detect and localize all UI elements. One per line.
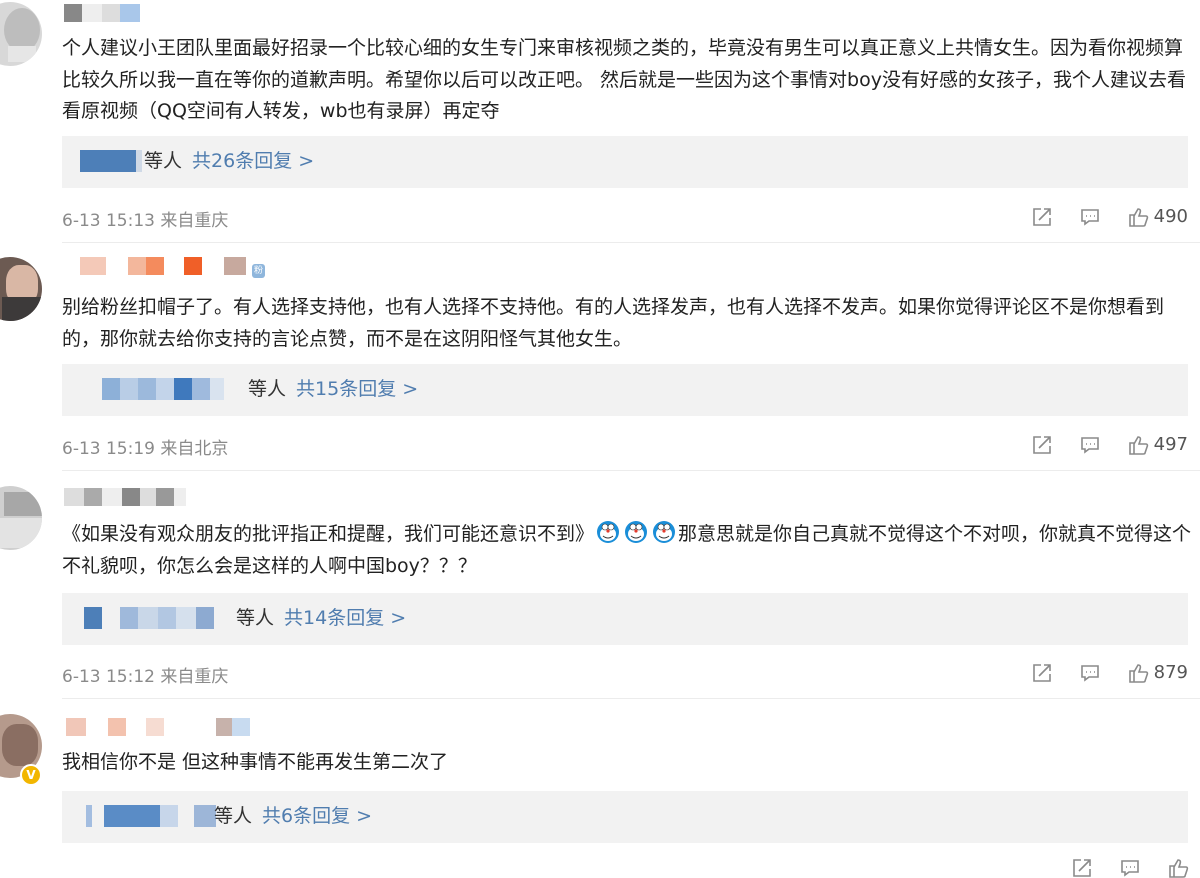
- replier-mosaic: [80, 150, 142, 172]
- username-mosaic[interactable]: [80, 257, 246, 277]
- comment-actions: 490: [1004, 206, 1188, 227]
- divider: [62, 242, 1200, 243]
- thumbs-up-icon[interactable]: [1128, 663, 1148, 683]
- comment-time: 6-13 15:19: [62, 439, 155, 459]
- thumbs-up-icon[interactable]: [1128, 207, 1148, 227]
- like-count: 879: [1153, 662, 1188, 683]
- comment-actions: [1044, 858, 1189, 878]
- doraemon-emoji-icon: [652, 520, 676, 544]
- comment-icon[interactable]: [1080, 207, 1100, 227]
- replier-mosaic: [102, 378, 224, 400]
- reply-users-suffix: 等人: [248, 378, 287, 400]
- username-mosaic[interactable]: [64, 488, 186, 508]
- comment-text: 我相信你不是 但这种事情不能再发生第二次了: [62, 751, 449, 773]
- comment-time: 6-13 15:12: [62, 667, 155, 687]
- comment-actions: 879: [1004, 662, 1188, 683]
- doraemon-emoji-icon: [596, 520, 620, 544]
- comment-icon[interactable]: [1120, 858, 1140, 878]
- reply-users-suffix: 等人: [214, 805, 253, 827]
- comment-icon[interactable]: [1080, 435, 1100, 455]
- view-replies-link[interactable]: 共14条回复 >: [284, 607, 406, 629]
- reply-summary[interactable]: 等人 共6条回复 >: [62, 791, 1188, 843]
- thumbs-up-icon[interactable]: [1128, 435, 1148, 455]
- share-icon[interactable]: [1032, 207, 1052, 227]
- avatar[interactable]: [0, 257, 42, 321]
- view-replies-link[interactable]: 共26条回复 >: [192, 150, 314, 172]
- username-mosaic[interactable]: [64, 4, 140, 24]
- comment-icon[interactable]: [1080, 663, 1100, 683]
- avatar[interactable]: [0, 2, 42, 66]
- fan-badge: 粉: [252, 264, 266, 278]
- comment-text: 别给粉丝扣帽子了。有人选择支持他，也有人选择不支持他。有的人选择发声，也有人选择…: [62, 296, 1165, 350]
- replier-mosaic: [86, 805, 216, 827]
- reply-users-suffix: 等人: [144, 150, 183, 172]
- view-replies-link[interactable]: 共6条回复 >: [262, 805, 372, 827]
- comment-actions: 497: [1004, 434, 1188, 455]
- share-icon[interactable]: [1072, 858, 1092, 878]
- verified-badge: V: [20, 764, 42, 786]
- comment-quote: 《如果没有观众朋友的批评指正和提醒，我们可能还意识不到》: [62, 523, 595, 545]
- comment-meta: 6-13 15:13 来自重庆: [62, 206, 228, 231]
- avatar[interactable]: [0, 486, 42, 550]
- replier-mosaic: [84, 607, 214, 629]
- comment-meta: 6-13 15:12 来自重庆: [62, 662, 228, 687]
- view-replies-link[interactable]: 共15条回复 >: [296, 378, 418, 400]
- comment-location: 来自重庆: [160, 211, 229, 231]
- reply-summary[interactable]: 等人 共26条回复 >: [62, 136, 1188, 188]
- comment-text: 个人建议小王团队里面最好招录一个比较心细的女生专门来审核视频之类的，毕竟没有男生…: [62, 37, 1186, 122]
- share-icon[interactable]: [1032, 435, 1052, 455]
- comment-meta: 6-13 15:19 来自北京: [62, 434, 228, 459]
- comment-time: 6-13 15:13: [62, 211, 155, 231]
- like-count: 490: [1153, 206, 1188, 227]
- like-count: 497: [1153, 434, 1188, 455]
- share-icon[interactable]: [1032, 663, 1052, 683]
- reply-summary[interactable]: 等人 共14条回复 >: [62, 593, 1188, 645]
- divider: [62, 698, 1200, 699]
- divider: [62, 470, 1200, 471]
- comment-text: 《如果没有观众朋友的批评指正和提醒，我们可能还意识不到》 那意思就是你自己真就不觉…: [62, 519, 1192, 582]
- thumbs-up-icon[interactable]: [1168, 858, 1189, 878]
- comment-location: 来自重庆: [160, 667, 229, 687]
- username-mosaic[interactable]: [66, 718, 250, 738]
- doraemon-emoji-icon: [624, 520, 648, 544]
- reply-users-suffix: 等人: [236, 607, 275, 629]
- reply-summary[interactable]: 等人 共15条回复 >: [62, 364, 1188, 416]
- comment-location: 来自北京: [160, 439, 229, 459]
